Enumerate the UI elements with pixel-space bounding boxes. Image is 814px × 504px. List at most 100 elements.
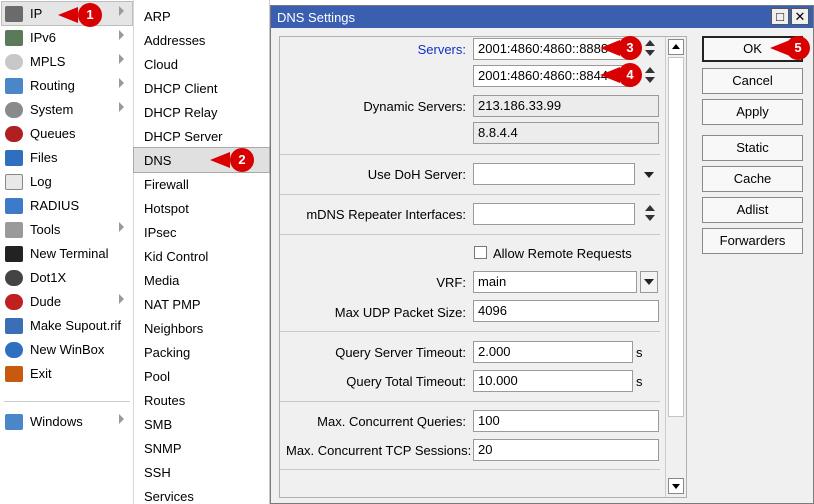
menu-item-make-supout[interactable]: Make Supout.rif [2,314,132,337]
menu-item-windows[interactable]: Windows [2,410,132,433]
menu-separator [4,401,130,402]
menu-item-radius[interactable]: RADIUS [2,194,132,217]
scroll-thumb[interactable] [668,57,684,417]
vrf-select[interactable]: main [473,271,637,293]
main-menu: IP IPv6 MPLS Routing System Queues Files… [0,0,134,504]
max-udp-packet-size-input[interactable]: 4096 [473,300,659,322]
static-button[interactable]: Static [702,135,803,161]
submenu-item-dhcp-server[interactable]: DHCP Server [134,124,269,148]
submenu-item-hotspot[interactable]: Hotspot [134,196,269,220]
menu-item-queues[interactable]: Queues [2,122,132,145]
submenu-item-addresses[interactable]: Addresses [134,28,269,52]
submenu-item-services[interactable]: Services [134,484,269,504]
server-2-stepper[interactable] [644,65,656,87]
routing-icon [5,77,23,94]
menu-item-label: Dude [30,294,62,309]
menu-item-tools[interactable]: Tools [2,218,132,241]
submenu-item-ssh[interactable]: SSH [134,460,269,484]
close-button[interactable]: ✕ [791,8,809,25]
query-server-timeout-unit: s [636,345,643,360]
submenu-arrow-icon [119,78,124,88]
max-concurrent-tcp-sessions-input[interactable]: 20 [473,439,659,461]
doh-server-input[interactable] [473,163,635,185]
menu-item-log[interactable]: Log [2,170,132,193]
callout-2: 2 [208,148,254,172]
vrf-dropdown-button[interactable] [640,271,658,293]
cancel-button[interactable]: Cancel [702,68,803,94]
ip-submenu: ARP Addresses Cloud DHCP Client DHCP Rel… [133,0,270,504]
mpls-icon [5,53,23,70]
server-1-stepper[interactable] [644,38,656,60]
submenu-item-neighbors[interactable]: Neighbors [134,316,269,340]
callout-number: 1 [78,3,102,27]
dialog-titlebar[interactable]: DNS Settings □ ✕ [271,6,813,28]
submenu-item-smb[interactable]: SMB [134,412,269,436]
submenu-item-firewall[interactable]: Firewall [134,172,269,196]
vrf-label: VRF: [436,275,466,290]
scroll-down-button[interactable] [668,478,684,494]
windows-icon [5,413,23,430]
submenu-item-dhcp-client[interactable]: DHCP Client [134,76,269,100]
section-divider [280,401,660,402]
mdns-repeater-input[interactable] [473,203,635,225]
menu-item-label: Windows [30,414,83,429]
callout-1: 1 [54,3,102,27]
menu-item-routing[interactable]: Routing [2,74,132,97]
maximize-button[interactable]: □ [771,8,789,25]
submenu-item-media[interactable]: Media [134,268,269,292]
cache-button[interactable]: Cache [702,166,803,192]
menu-item-label: RADIUS [30,198,80,213]
menu-item-new-winbox[interactable]: New WinBox [2,338,132,361]
apply-button[interactable]: Apply [702,99,803,125]
callout-number: 2 [230,148,254,172]
submenu-item-dhcp-relay[interactable]: DHCP Relay [134,100,269,124]
dns-settings-form: Servers: 2001:4860:4860::8888 2001:4860:… [279,36,687,498]
menu-item-dude[interactable]: Dude [2,290,132,313]
submenu-item-packing[interactable]: Packing [134,340,269,364]
section-divider [280,469,660,470]
submenu-item-kid-control[interactable]: Kid Control [134,244,269,268]
menu-item-label: Queues [30,126,76,141]
menu-item-dot1x[interactable]: Dot1X [2,266,132,289]
callout-number: 4 [618,63,642,87]
menu-item-label: IP [30,6,43,21]
menu-item-exit[interactable]: Exit [2,362,132,385]
menu-item-files[interactable]: Files [2,146,132,169]
menu-item-label: Log [30,174,52,189]
submenu-item-nat-pmp[interactable]: NAT PMP [134,292,269,316]
max-concurrent-queries-input[interactable]: 100 [473,410,659,432]
submenu-arrow-icon [119,294,124,304]
submenu-item-arp[interactable]: ARP [134,4,269,28]
submenu-item-snmp[interactable]: SNMP [134,436,269,460]
query-total-timeout-input[interactable]: 10.000 [473,370,633,392]
section-divider [280,194,660,195]
section-divider [280,154,660,155]
section-divider [280,331,660,332]
menu-item-ipv6[interactable]: IPv6 [2,26,132,49]
scroll-up-button[interactable] [668,39,684,55]
menu-item-mpls[interactable]: MPLS [2,50,132,73]
callout-number: 5 [786,36,810,60]
dude-icon [5,293,23,310]
submenu-item-pool[interactable]: Pool [134,364,269,388]
submenu-item-cloud[interactable]: Cloud [134,52,269,76]
queues-icon [5,125,23,142]
ipv6-icon [5,29,23,46]
allow-remote-requests-checkbox[interactable] [474,246,487,259]
submenu-item-routes[interactable]: Routes [134,388,269,412]
query-server-timeout-label: Query Server Timeout: [335,345,466,360]
forwarders-button[interactable]: Forwarders [702,228,803,254]
menu-item-label: New WinBox [30,342,105,357]
max-concurrent-tcp-sessions-label: Max. Concurrent TCP Sessions: [286,443,472,458]
terminal-icon [5,245,23,262]
menu-item-label: Make Supout.rif [30,318,122,333]
mdns-repeater-stepper[interactable] [644,203,656,225]
adlist-button[interactable]: Adlist [702,197,803,223]
chevron-down-icon[interactable] [644,172,654,178]
dns-settings-dialog: DNS Settings □ ✕ Servers: 2001:4860:4860… [270,5,814,504]
menu-item-system[interactable]: System [2,98,132,121]
form-scrollbar[interactable] [665,37,686,497]
menu-item-new-terminal[interactable]: New Terminal [2,242,132,265]
query-server-timeout-input[interactable]: 2.000 [473,341,633,363]
submenu-item-ipsec[interactable]: IPsec [134,220,269,244]
